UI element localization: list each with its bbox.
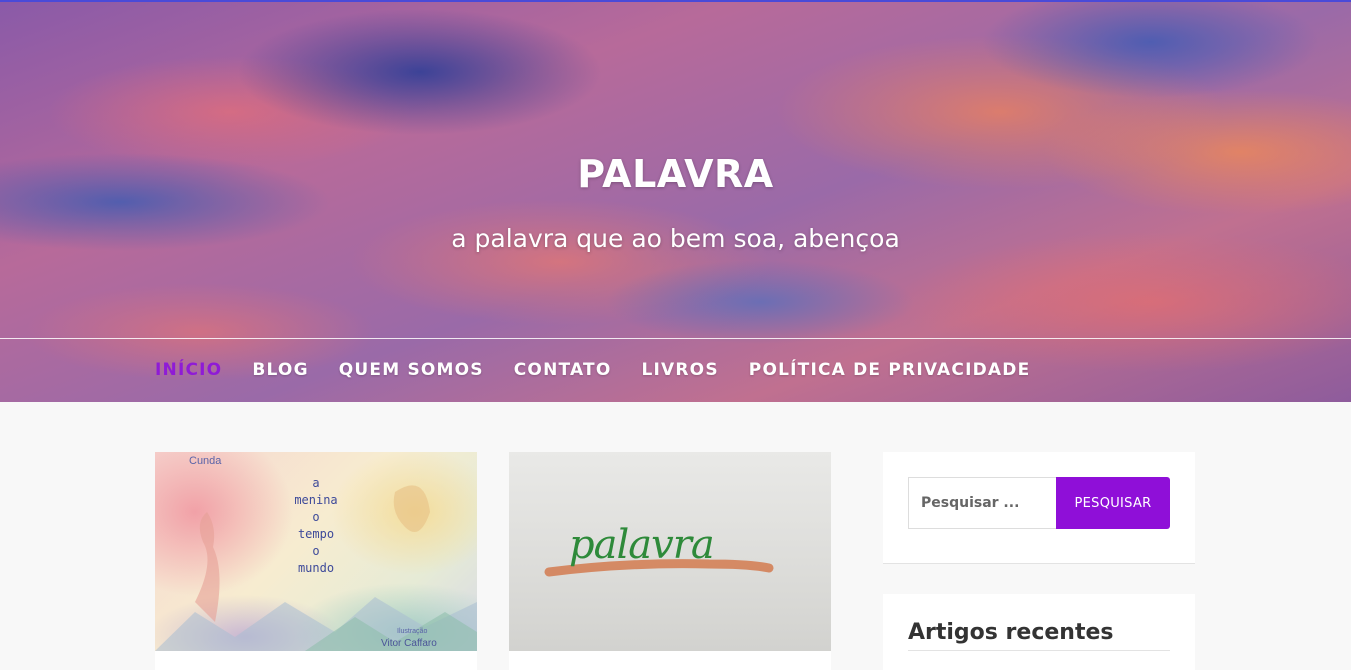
recent-posts-title: Artigos recentes [908, 620, 1114, 645]
post-thumbnail[interactable]: Cunda a menina o tempo o mundo Ilustraçã… [155, 452, 477, 651]
recent-posts-widget: Artigos recentes [883, 594, 1195, 670]
nav-divider [0, 338, 1351, 339]
nav-item-inicio[interactable]: INÍCIO [155, 360, 222, 380]
post-card: palavra [509, 452, 831, 670]
nav-item-blog[interactable]: BLOG [252, 360, 308, 380]
search-input[interactable] [908, 477, 1057, 529]
post-thumbnail[interactable]: palavra [509, 452, 831, 651]
site-tagline: a palavra que ao bem soa, abençoa [451, 224, 900, 253]
post-card: Cunda a menina o tempo o mundo Ilustraçã… [155, 452, 477, 670]
site-header: PALAVRA a palavra que ao bem soa, abenço… [0, 0, 1351, 402]
site-title[interactable]: PALAVRA [0, 152, 1351, 196]
widget-divider [908, 650, 1170, 651]
main-nav: INÍCIO BLOG QUEM SOMOS CONTATO LIVROS PO… [155, 360, 1030, 380]
cover-illustration [155, 485, 477, 651]
search-button[interactable]: PESQUISAR [1056, 477, 1170, 529]
search-widget: PESQUISAR [883, 452, 1195, 564]
cover-illustration-label: Ilustração [397, 628, 428, 635]
nav-item-contato[interactable]: CONTATO [514, 360, 612, 380]
nav-item-politica-de-privacidade[interactable]: POLÍTICA DE PRIVACIDADE [749, 360, 1031, 380]
cover-word: palavra [569, 522, 715, 568]
cover-illustrator: Vitor Caffaro [381, 638, 437, 649]
nav-item-quem-somos[interactable]: QUEM SOMOS [339, 360, 484, 380]
nav-item-livros[interactable]: LIVROS [641, 360, 718, 380]
